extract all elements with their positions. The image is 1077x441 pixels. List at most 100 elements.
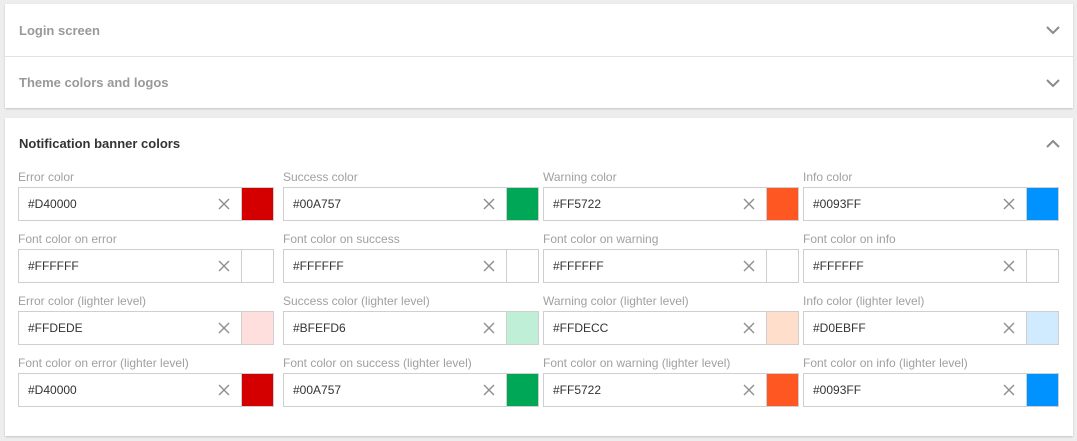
section-title: Notification banner colors bbox=[19, 135, 181, 151]
color-swatch[interactable] bbox=[766, 312, 798, 344]
color-hex-input[interactable] bbox=[284, 374, 474, 406]
color-input-box bbox=[18, 311, 274, 345]
error-color-field: Error color bbox=[18, 170, 274, 221]
field-label: Font color on info (lighter level) bbox=[803, 356, 968, 370]
color-swatch[interactable] bbox=[1026, 312, 1058, 344]
clear-icon[interactable] bbox=[218, 322, 230, 334]
field-label: Font color on warning bbox=[543, 232, 659, 246]
color-hex-input[interactable] bbox=[19, 188, 209, 220]
color-swatch[interactable] bbox=[766, 188, 798, 220]
color-hex-input[interactable] bbox=[19, 374, 209, 406]
clear-icon[interactable] bbox=[743, 384, 755, 396]
info-light-font-color-field: Font color on info (lighter level) bbox=[803, 356, 1059, 407]
section-login-screen[interactable]: Login screen bbox=[5, 4, 1073, 56]
info-color-field: Info color bbox=[803, 170, 1059, 221]
field-label: Font color on warning (lighter level) bbox=[543, 356, 731, 370]
clear-icon[interactable] bbox=[483, 260, 495, 272]
color-hex-input[interactable] bbox=[544, 312, 734, 344]
color-hex-input[interactable] bbox=[544, 250, 734, 282]
color-input-box bbox=[283, 187, 539, 221]
info-light-color-field: Info color (lighter level) bbox=[803, 294, 1059, 345]
color-hex-input[interactable] bbox=[804, 312, 994, 344]
color-swatch[interactable] bbox=[766, 250, 798, 282]
field-label: Font color on error (lighter level) bbox=[18, 356, 189, 370]
color-swatch[interactable] bbox=[506, 188, 538, 220]
color-input-box bbox=[803, 187, 1059, 221]
color-input-box bbox=[543, 373, 799, 407]
warning-color-field: Warning color bbox=[543, 170, 799, 221]
color-input-box bbox=[283, 311, 539, 345]
color-hex-input[interactable] bbox=[804, 374, 994, 406]
field-label: Success color (lighter level) bbox=[283, 294, 430, 308]
info-font-color-field: Font color on info bbox=[803, 232, 1059, 283]
color-hex-input[interactable] bbox=[544, 188, 734, 220]
chevron-down-icon bbox=[1046, 78, 1060, 87]
clear-icon[interactable] bbox=[743, 198, 755, 210]
color-hex-input[interactable] bbox=[284, 312, 474, 344]
field-label: Error color (lighter level) bbox=[18, 294, 147, 308]
section-title: Login screen bbox=[19, 22, 100, 38]
chevron-up-icon bbox=[1046, 139, 1060, 148]
color-swatch[interactable] bbox=[241, 374, 273, 406]
field-label: Info color (lighter level) bbox=[803, 294, 925, 308]
field-label: Warning color (lighter level) bbox=[543, 294, 689, 308]
clear-icon[interactable] bbox=[1003, 260, 1015, 272]
color-hex-input[interactable] bbox=[19, 250, 209, 282]
clear-icon[interactable] bbox=[1003, 384, 1015, 396]
color-swatch[interactable] bbox=[506, 312, 538, 344]
field-label: Warning color bbox=[543, 170, 617, 184]
error-light-font-color-field: Font color on error (lighter level) bbox=[18, 356, 274, 407]
color-hex-input[interactable] bbox=[284, 188, 474, 220]
notification-colors-panel: Notification banner colors Error color Su… bbox=[5, 118, 1073, 436]
field-label: Font color on error bbox=[18, 232, 117, 246]
color-swatch[interactable] bbox=[1026, 250, 1058, 282]
field-label: Success color bbox=[283, 170, 358, 184]
color-swatch[interactable] bbox=[1026, 374, 1058, 406]
field-label: Font color on success (lighter level) bbox=[283, 356, 472, 370]
clear-icon[interactable] bbox=[1003, 322, 1015, 334]
chevron-down-icon bbox=[1046, 26, 1060, 35]
clear-icon[interactable] bbox=[743, 260, 755, 272]
color-hex-input[interactable] bbox=[284, 250, 474, 282]
section-theme-colors[interactable]: Theme colors and logos bbox=[5, 56, 1073, 108]
field-label: Font color on success bbox=[283, 232, 400, 246]
warning-light-color-field: Warning color (lighter level) bbox=[543, 294, 799, 345]
color-swatch[interactable] bbox=[506, 250, 538, 282]
color-swatch[interactable] bbox=[506, 374, 538, 406]
color-swatch[interactable] bbox=[241, 250, 273, 282]
section-title: Theme colors and logos bbox=[19, 75, 169, 90]
color-input-box bbox=[18, 249, 274, 283]
warning-font-color-field: Font color on warning bbox=[543, 232, 799, 283]
color-input-box bbox=[543, 187, 799, 221]
clear-icon[interactable] bbox=[218, 384, 230, 396]
clear-icon[interactable] bbox=[483, 322, 495, 334]
field-label: Error color bbox=[18, 170, 75, 184]
color-hex-input[interactable] bbox=[804, 188, 994, 220]
section-notification-banner-colors[interactable]: Notification banner colors bbox=[5, 118, 1073, 168]
color-input-box bbox=[18, 373, 274, 407]
color-hex-input[interactable] bbox=[804, 250, 994, 282]
field-label: Info color bbox=[803, 170, 853, 184]
success-light-font-color-field: Font color on success (lighter level) bbox=[283, 356, 539, 407]
color-hex-input[interactable] bbox=[19, 312, 209, 344]
color-swatch[interactable] bbox=[241, 188, 273, 220]
color-input-box bbox=[543, 311, 799, 345]
warning-light-font-color-field: Font color on warning (lighter level) bbox=[543, 356, 799, 407]
color-input-box bbox=[283, 373, 539, 407]
clear-icon[interactable] bbox=[218, 260, 230, 272]
clear-icon[interactable] bbox=[1003, 198, 1015, 210]
field-label: Font color on info bbox=[803, 232, 896, 246]
success-color-field: Success color bbox=[283, 170, 539, 221]
color-input-box bbox=[803, 249, 1059, 283]
color-swatch[interactable] bbox=[766, 374, 798, 406]
clear-icon[interactable] bbox=[218, 198, 230, 210]
color-swatch[interactable] bbox=[241, 312, 273, 344]
color-swatch[interactable] bbox=[1026, 188, 1058, 220]
clear-icon[interactable] bbox=[483, 198, 495, 210]
color-hex-input[interactable] bbox=[544, 374, 734, 406]
color-input-box bbox=[543, 249, 799, 283]
clear-icon[interactable] bbox=[483, 384, 495, 396]
clear-icon[interactable] bbox=[743, 322, 755, 334]
success-light-color-field: Success color (lighter level) bbox=[283, 294, 539, 345]
error-font-color-field: Font color on error bbox=[18, 232, 274, 283]
